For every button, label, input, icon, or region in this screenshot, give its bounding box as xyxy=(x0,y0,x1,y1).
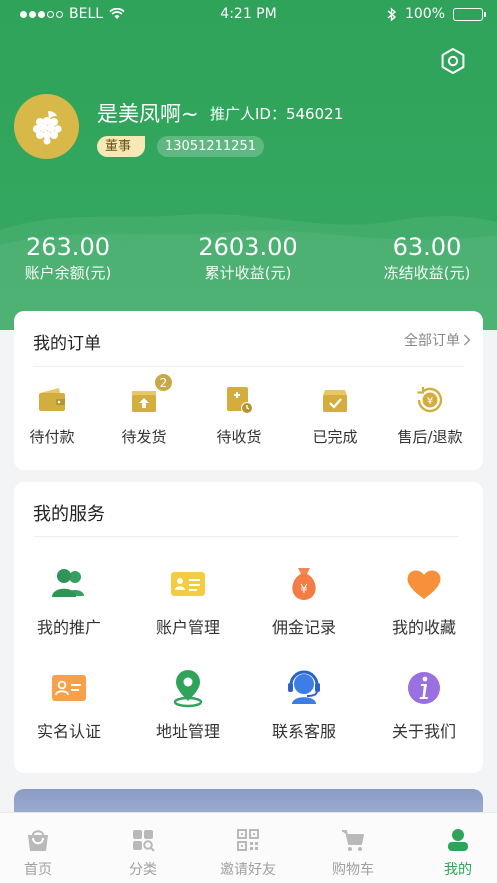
order-completed[interactable]: 已完成 xyxy=(295,383,375,447)
order-pending-receipt[interactable]: 待收货 xyxy=(199,383,279,447)
service-commission-records[interactable]: ¥ 佣金记录 xyxy=(249,564,359,638)
orders-title: 我的订单 xyxy=(33,334,101,354)
services-title: 我的服务 xyxy=(33,504,105,525)
tab-label: 我的 xyxy=(444,862,472,878)
tab-home[interactable]: 首页 xyxy=(0,827,78,879)
status-right: 100% xyxy=(387,6,486,22)
all-orders-label: 全部订单 xyxy=(404,333,460,349)
wallet-icon xyxy=(39,388,65,411)
tab-cart[interactable]: 购物车 xyxy=(313,827,393,879)
service-label: 我的收藏 xyxy=(391,618,456,637)
phone-badge: 13051211251 xyxy=(157,136,264,157)
stat-value: 263.00 xyxy=(26,233,110,261)
avatar[interactable] xyxy=(14,94,79,159)
tab-label: 分类 xyxy=(129,862,157,878)
tab-label: 首页 xyxy=(24,862,52,878)
orders-card: 我的订单 全部订单 待付款 2 待发货 待收货 已完成 ¥ 售后/退款 xyxy=(14,311,483,470)
order-label: 待收货 xyxy=(216,428,262,446)
package-clock-icon xyxy=(227,387,253,414)
service-label: 关于我们 xyxy=(391,722,456,741)
service-about-us[interactable]: 关于我们 xyxy=(369,668,479,742)
service-label: 我的推广 xyxy=(36,618,101,637)
divider xyxy=(33,366,464,367)
service-my-favorites[interactable]: 我的收藏 xyxy=(369,564,479,638)
tab-label: 邀请好友 xyxy=(220,862,276,878)
bottom-tab-bar: 首页 分类 邀请好友 购物车 我的 xyxy=(0,812,497,883)
category-icon xyxy=(133,830,155,852)
order-pending-shipment[interactable]: 2 待发货 xyxy=(104,373,184,447)
chevron-right-icon xyxy=(463,334,471,346)
service-label: 联系客服 xyxy=(271,722,336,741)
order-label: 待付款 xyxy=(29,428,75,446)
heart-icon xyxy=(407,570,441,599)
tab-invite-friends[interactable]: 邀请好友 xyxy=(208,827,288,879)
stat-label: 账户余额(元) xyxy=(24,264,112,282)
qr-code-icon xyxy=(237,829,259,851)
order-label: 已完成 xyxy=(312,428,358,446)
stat-value: 63.00 xyxy=(392,233,462,261)
order-label: 售后/退款 xyxy=(397,428,463,446)
order-after-sales[interactable]: ¥ 售后/退款 xyxy=(390,383,470,447)
stat-balance[interactable]: 263.00 账户余额(元) xyxy=(14,232,122,284)
id-card-icon xyxy=(171,572,205,596)
status-bar: BELL 4:21 PM 100% xyxy=(0,0,497,30)
order-count-badge: 2 xyxy=(154,373,173,392)
battery-percent: 100% xyxy=(404,6,445,22)
service-account-management[interactable]: 账户管理 xyxy=(133,564,243,638)
service-address-management[interactable]: 地址管理 xyxy=(133,668,243,742)
promoter-id: 推广人ID：546021 xyxy=(210,105,344,123)
role-badge: 董事 xyxy=(97,136,146,157)
user-name: 是美凤啊~ xyxy=(97,102,199,126)
stat-label: 冻结收益(元) xyxy=(383,264,471,282)
settings-icon[interactable] xyxy=(438,46,468,76)
stat-value: 2603.00 xyxy=(198,233,298,261)
service-customer-support[interactable]: 联系客服 xyxy=(249,668,359,742)
stat-total-earnings[interactable]: 2603.00 累计收益(元) xyxy=(193,232,303,284)
service-real-name-verification[interactable]: 实名认证 xyxy=(14,668,124,742)
svg-text:¥: ¥ xyxy=(427,396,433,407)
location-pin-icon xyxy=(173,670,203,708)
refund-coin-icon: ¥ xyxy=(417,387,443,413)
info-icon xyxy=(408,672,440,704)
box-check-icon xyxy=(323,390,347,412)
all-orders-link[interactable]: 全部订单 xyxy=(404,330,471,350)
profile-header: BELL 4:21 PM 100% 是美凤啊~ 推广人ID：546021 董事 … xyxy=(0,0,497,330)
cart-icon xyxy=(342,830,364,851)
order-label: 待发货 xyxy=(121,428,167,446)
tab-mine[interactable]: 我的 xyxy=(418,827,497,879)
service-label: 实名认证 xyxy=(36,722,101,741)
service-label: 佣金记录 xyxy=(271,618,336,637)
divider xyxy=(33,536,459,537)
bluetooth-icon xyxy=(387,6,397,22)
user-icon xyxy=(448,829,468,851)
money-bag-icon: ¥ xyxy=(292,568,316,600)
stat-frozen-earnings[interactable]: 63.00 冻结收益(元) xyxy=(372,232,482,284)
service-my-promotion[interactable]: 我的推广 xyxy=(14,564,124,638)
svg-text:¥: ¥ xyxy=(300,582,308,596)
tab-category[interactable]: 分类 xyxy=(103,827,183,879)
raspberry-icon xyxy=(32,110,62,144)
users-icon xyxy=(52,569,84,597)
headset-icon xyxy=(288,670,320,704)
services-card: 我的服务 我的推广 账户管理 ¥ 佣金记录 我的收藏 实名认证 地址管理 联系客… xyxy=(14,482,483,773)
service-label: 账户管理 xyxy=(155,618,220,637)
order-pending-payment[interactable]: 待付款 xyxy=(12,383,92,447)
verify-card-icon xyxy=(52,675,86,701)
service-label: 地址管理 xyxy=(155,722,220,741)
battery-icon xyxy=(453,7,486,21)
stat-label: 累计收益(元) xyxy=(204,264,292,282)
tab-label: 购物车 xyxy=(332,862,374,878)
home-bag-icon xyxy=(28,830,48,851)
